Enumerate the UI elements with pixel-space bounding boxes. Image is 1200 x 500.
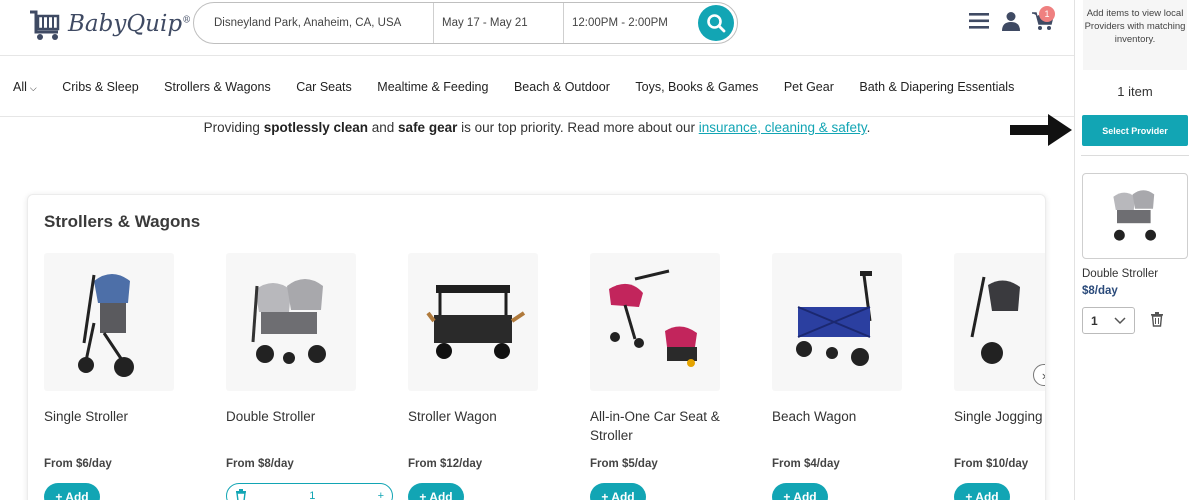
quantity-select-value: 1 <box>1091 313 1098 328</box>
top-header: BabyQuip® Disneyland Park, Anaheim, CA, … <box>0 0 1074 56</box>
product-price: From $8/day <box>226 458 294 470</box>
nav-car-seats[interactable]: Car Seats <box>296 80 352 94</box>
chevron-right-icon: › <box>1041 367 1046 383</box>
cart-count-badge: 1 <box>1039 6 1055 22</box>
nav-all[interactable]: All ⌵ <box>13 80 37 94</box>
product-name: Beach Wagon <box>772 409 857 424</box>
quantity-stepper: 1 + <box>226 483 393 500</box>
dates-field[interactable]: May 17 - May 21 <box>434 3 564 43</box>
product-card[interactable]: Beach Wagon From $4/day + Add <box>772 253 932 500</box>
add-button[interactable]: + Add <box>954 483 1010 500</box>
product-image[interactable] <box>44 253 174 391</box>
nav-cribs-sleep[interactable]: Cribs & Sleep <box>62 80 138 94</box>
nav-toys-books-games[interactable]: Toys, Books & Games <box>635 80 758 94</box>
increment-button[interactable]: + <box>378 490 384 500</box>
add-button[interactable]: + Add <box>772 483 828 500</box>
trash-icon[interactable] <box>235 488 247 500</box>
cart-item-name: Double Stroller <box>1082 268 1159 280</box>
time-field[interactable]: 12:00PM - 2:00PM <box>564 3 698 43</box>
quantity-select[interactable]: 1 <box>1082 307 1135 334</box>
search-bar: Disneyland Park, Anaheim, CA, USA May 17… <box>193 2 738 44</box>
sidebar-hint: Add items to view local Providers with m… <box>1083 0 1187 70</box>
location-field[interactable]: Disneyland Park, Anaheim, CA, USA <box>194 3 434 43</box>
chevron-down-icon: ⌵ <box>29 82 37 93</box>
product-image[interactable] <box>772 253 902 391</box>
product-card[interactable]: Single Stroller From $6/day + Add <box>44 253 204 500</box>
add-button[interactable]: + Add <box>590 483 646 500</box>
item-count: 1 item <box>1117 84 1153 99</box>
safety-link[interactable]: insurance, cleaning & safety <box>699 120 867 135</box>
product-name: All-in-One Car Seat & Stroller <box>590 409 720 443</box>
add-button[interactable]: + Add <box>44 483 100 500</box>
product-price: From $10/day <box>954 458 1029 470</box>
user-icon[interactable] <box>1000 10 1022 32</box>
add-button[interactable]: + Add <box>408 483 464 500</box>
search-icon <box>707 14 726 33</box>
cart-item-price: $8/day <box>1082 285 1118 297</box>
category-nav: All ⌵ Cribs & Sleep Strollers & Wagons Ca… <box>0 57 1074 117</box>
product-card[interactable]: Stroller Wagon From $12/day + Add <box>408 253 568 500</box>
search-button[interactable] <box>698 5 734 41</box>
product-price: From $4/day <box>772 458 840 470</box>
menu-icon[interactable] <box>968 10 990 32</box>
logo[interactable]: BabyQuip® <box>26 6 191 42</box>
product-price: From $12/day <box>408 458 483 470</box>
product-image[interactable] <box>954 253 1045 391</box>
product-card[interactable]: Double Stroller From $8/day 1 + <box>226 253 393 500</box>
nav-beach-outdoor[interactable]: Beach & Outdoor <box>514 80 610 94</box>
product-image[interactable] <box>590 253 720 391</box>
product-price: From $5/day <box>590 458 658 470</box>
product-name: Single Stroller <box>44 409 129 424</box>
sidebar-divider <box>1081 155 1189 156</box>
strollers-section: Strollers & Wagons Single Stroller From … <box>27 194 1046 500</box>
quantity-value: 1 <box>309 490 316 500</box>
nav-bath-diapering[interactable]: Bath & Diapering Essentials <box>859 80 1014 94</box>
product-name: Stroller Wagon <box>408 409 497 424</box>
product-name: Single Jogging Stroller <box>954 409 1045 424</box>
trash-icon[interactable] <box>1150 311 1164 332</box>
product-image[interactable] <box>226 253 356 391</box>
product-image[interactable] <box>408 253 538 391</box>
cart-item-image[interactable] <box>1082 173 1188 259</box>
chevron-down-icon <box>1114 316 1126 324</box>
logo-text: BabyQuip® <box>68 11 192 37</box>
logo-cart-icon <box>30 10 60 40</box>
section-title: Strollers & Wagons <box>44 212 201 231</box>
header-icons: 1 <box>968 6 1055 32</box>
product-card[interactable]: All-in-One Car Seat & Stroller From $5/d… <box>590 253 750 500</box>
nav-pet-gear[interactable]: Pet Gear <box>784 80 834 94</box>
arrow-pointer-icon <box>1010 114 1072 146</box>
nav-mealtime-feeding[interactable]: Mealtime & Feeding <box>377 80 488 94</box>
cart-sidebar: Add items to view local Providers with m… <box>1074 0 1200 500</box>
product-name: Double Stroller <box>226 409 316 424</box>
select-provider-button[interactable]: Select Provider <box>1082 115 1188 146</box>
safety-notice: Providing spotlessly clean and safe gear… <box>203 120 871 135</box>
product-price: From $6/day <box>44 458 112 470</box>
nav-strollers-wagons[interactable]: Strollers & Wagons <box>164 80 271 94</box>
